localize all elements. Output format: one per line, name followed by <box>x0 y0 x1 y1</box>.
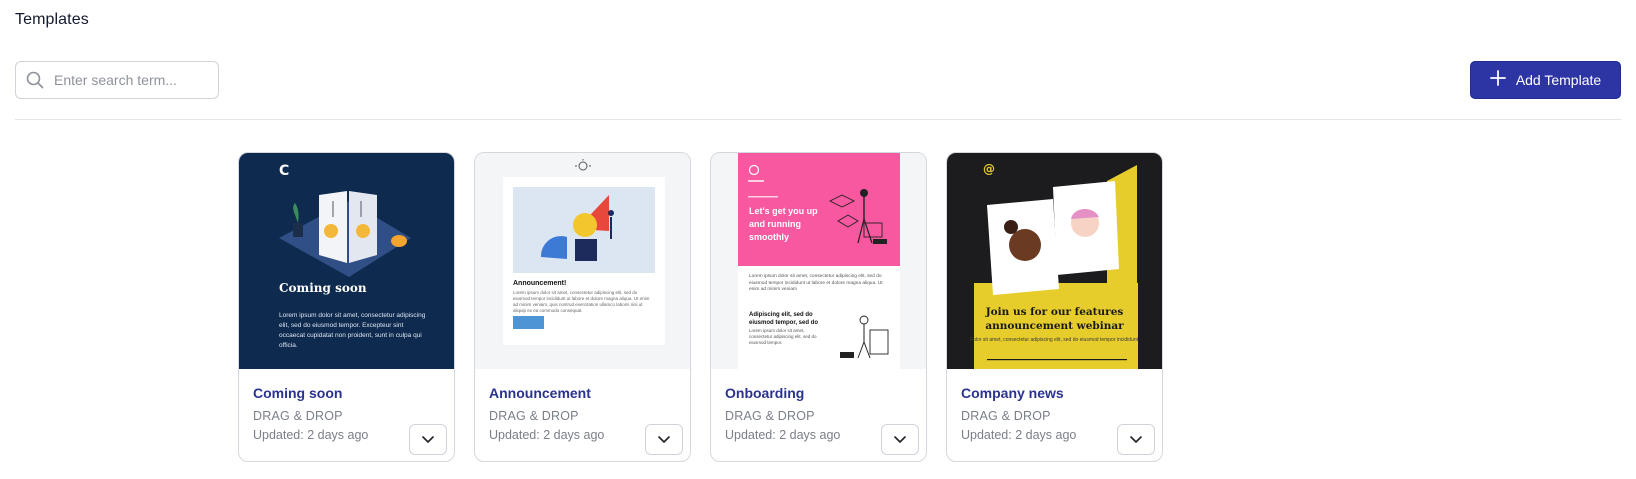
template-title[interactable]: Coming soon <box>253 385 440 401</box>
preview-body: Lorem ipsum dolor sit amet, consectetur … <box>513 290 650 313</box>
preview-heading: Let's get you up and running smoothly <box>749 206 818 242</box>
template-preview[interactable]: C Coming soon Lorem ipsum dolor sit amet… <box>239 153 454 369</box>
preview-heading: Coming soon <box>279 281 367 295</box>
template-type: DRAG & DROP <box>253 409 343 423</box>
template-type: DRAG & DROP <box>961 409 1051 423</box>
add-template-label: Add Template <box>1515 72 1602 88</box>
search-box[interactable] <box>15 61 219 99</box>
chevron-down-icon <box>1130 431 1142 449</box>
add-template-button[interactable]: Add Template <box>1470 61 1621 99</box>
header-divider <box>15 119 1621 120</box>
template-type: DRAG & DROP <box>725 409 815 423</box>
template-menu-button[interactable] <box>409 424 447 455</box>
preview-button <box>513 316 544 329</box>
template-title[interactable]: Company news <box>961 385 1148 401</box>
template-card[interactable]: Let's get you up and running smoothly Lo… <box>710 152 927 462</box>
page-title: Templates <box>15 11 89 28</box>
svg-text:C: C <box>279 163 289 179</box>
chevron-down-icon <box>658 431 670 449</box>
template-card[interactable]: Announcement! Lorem ipsum dolor sit amet… <box>474 152 691 462</box>
template-title[interactable]: Onboarding <box>725 385 912 401</box>
search-input[interactable] <box>54 72 204 88</box>
template-preview[interactable]: Let's get you up and running smoothly Lo… <box>711 153 926 369</box>
preview-subheading: Adipiscing elit, sed do eiusmod tempor, … <box>749 312 819 326</box>
preview-heading: Announcement! <box>513 280 567 287</box>
svg-text:@: @ <box>983 162 995 176</box>
template-preview[interactable]: @ Join us for our features announcement … <box>947 153 1162 369</box>
template-type: DRAG & DROP <box>489 409 579 423</box>
template-grid: C Coming soon Lorem ipsum dolor sit amet… <box>238 152 1163 462</box>
preview-body: Dolor sit amet, consectetur adipiscing e… <box>969 337 1140 343</box>
preview-heading: Join us for our features announcement we… <box>985 306 1124 332</box>
template-card[interactable]: C Coming soon Lorem ipsum dolor sit amet… <box>238 152 455 462</box>
template-menu-button[interactable] <box>645 424 683 455</box>
search-icon <box>16 62 54 98</box>
template-card[interactable]: @ Join us for our features announcement … <box>946 152 1163 462</box>
template-title[interactable]: Announcement <box>489 385 676 401</box>
template-menu-button[interactable] <box>1117 424 1155 455</box>
preview-subbody: Lorem ipsum dolor sit amet, consectetur … <box>749 328 817 345</box>
chevron-down-icon <box>894 431 906 449</box>
chevron-down-icon <box>422 431 434 449</box>
preview-body: Lorem ipsum dolor sit amet, consectetur … <box>749 274 883 292</box>
template-menu-button[interactable] <box>881 424 919 455</box>
preview-body: Lorem ipsum dolor sit amet, consectetur … <box>279 312 426 349</box>
template-preview[interactable]: Announcement! Lorem ipsum dolor sit amet… <box>475 153 690 369</box>
plus-icon <box>1489 68 1506 90</box>
